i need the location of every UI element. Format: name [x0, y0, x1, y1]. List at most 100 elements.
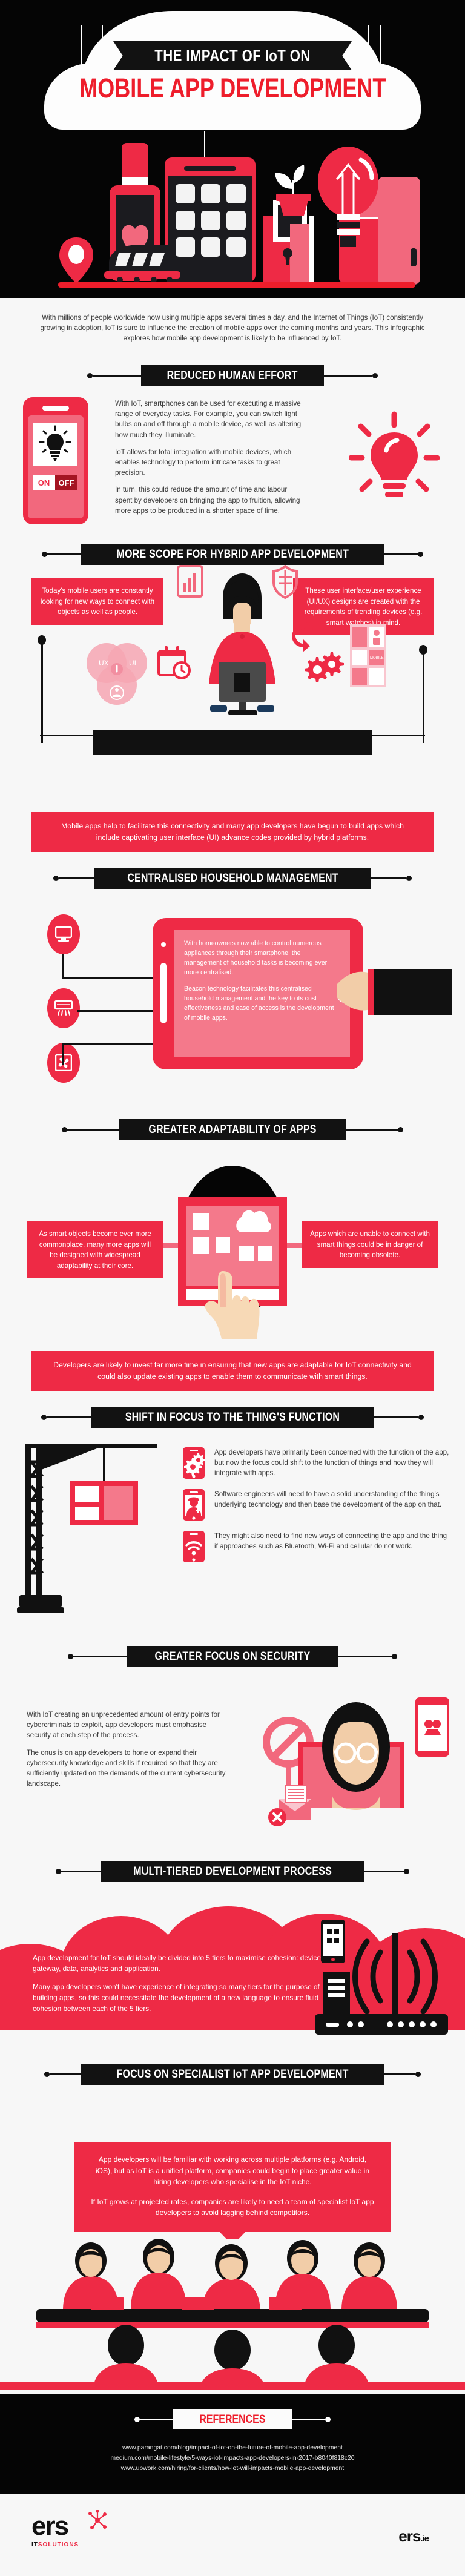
monitor-icon-pill	[47, 914, 80, 954]
mobile-wireframe-icon: MOBILE	[350, 624, 386, 687]
desk-surface	[93, 730, 372, 755]
reference-link[interactable]: www.upwork.com/hiring/for-clients/how-io…	[0, 2463, 465, 2474]
section-heading-multi-tiered-development-process: MULTI-TIERED DEVELOPMENT PROCESS	[0, 1861, 465, 1882]
logo-wordmark: ers	[31, 2511, 69, 2541]
heading-line-left	[49, 2073, 81, 2075]
wire	[378, 25, 383, 71]
connector-h3	[62, 1043, 155, 1045]
shift-in-focus-list: App developers have primarily been conce…	[182, 1446, 450, 1571]
paragraph: The onus is on app developers to hone or…	[27, 1748, 226, 1788]
molecule-icon	[88, 2510, 107, 2529]
logo-sub-solutions: SOLUTIONS	[38, 2541, 79, 2548]
heading-endcap-right	[398, 1127, 403, 1132]
banner-hybrid-app-development: MORE SCOPE FOR HYBRID APP DEVELOPMENT	[81, 544, 384, 565]
crane-illustration	[17, 1444, 157, 1613]
connector-h2	[78, 1010, 155, 1012]
heading-line-right	[292, 2419, 325, 2420]
heading-endcap-left	[87, 373, 93, 378]
hand-holding-tablet	[337, 969, 452, 1015]
section-hybrid-app-development: Today's mobile users are constantly look…	[0, 565, 465, 804]
desk-post-right	[423, 651, 424, 743]
router-illustration	[315, 1920, 448, 2035]
heading-endcap-left	[55, 1869, 61, 1874]
heading-line-right	[384, 2073, 416, 2075]
paragraph: IoT allows for total integration with mo…	[115, 447, 292, 477]
site-word: ers	[398, 2527, 421, 2545]
infographic-page: THE IMPACT OF IoT ON MOBILE APP DEVELOPM…	[0, 0, 465, 2576]
sync-arrows-icon	[292, 622, 314, 652]
heading-endcap-left	[68, 1654, 74, 1659]
heading-line-left	[61, 1871, 101, 1872]
mock-label: MOBILE	[370, 656, 384, 660]
banner-reduced-human-effort: REDUCED HUMAN EFFORT	[141, 365, 324, 386]
section-greater-focus-on-security: With IoT creating an unprecedented amoun…	[0, 1669, 465, 1845]
heading-endcap-right	[418, 1415, 424, 1420]
references-heading-row: REFERENCES	[0, 2409, 465, 2429]
list-item: App developers have primarily been conce…	[182, 1446, 450, 1480]
heading-line-left	[58, 877, 94, 879]
bar-chart-icon	[177, 565, 203, 598]
phone-bulb-mockup: ON OFF	[23, 397, 88, 524]
adaptability-right-callout: Apps which are unable to connect with sm…	[302, 1221, 438, 1268]
reference-link[interactable]: www.parangat.com/blog/impact-of-iot-on-t…	[0, 2443, 465, 2453]
bulb-card	[33, 423, 78, 466]
household-text: With homeowners now able to control nume…	[184, 939, 338, 1023]
pointing-hand-icon	[205, 1271, 260, 1339]
desk-dot-right	[419, 645, 427, 655]
site-badge: ers.ie	[398, 2527, 429, 2546]
section-focus-on-specialist-iot-app-development: App developers will be familiar with wor…	[0, 2087, 465, 2390]
heading-endcap-left	[61, 1127, 67, 1132]
connector-v1	[62, 954, 64, 979]
list-item-text: They might also need to find new ways of…	[214, 1532, 447, 1550]
banner-shift-in-focus: SHIFT IN FOCUS TO THE THING'S FUNCTION	[91, 1407, 374, 1428]
section-multi-tiered-development-process: App development for IoT should ideally b…	[0, 1884, 465, 2048]
heading-line-left	[47, 553, 81, 555]
list-item-text: App developers have primarily been conce…	[214, 1448, 449, 1477]
specialist-callout-bubble: App developers will be familiar with wor…	[74, 2142, 391, 2232]
intro-paragraph: With millions of people worldwide now us…	[40, 314, 425, 342]
heading-line-left	[47, 1416, 92, 1418]
heading-line-right	[364, 1871, 404, 1872]
banner-focus-on-specialist-iot-app-development: FOCUS ON SPECIALIST IoT APP DEVELOPMENT	[81, 2064, 384, 2085]
heading-endcap-right	[325, 2417, 331, 2422]
paragraph: App developers will be familiar with wor…	[95, 2155, 370, 2186]
ers-logo: ers ITSOLUTIONS	[31, 2510, 107, 2548]
calendar-clock-icon	[157, 646, 191, 679]
reference-link[interactable]: medium.com/mobile-lifestyle/5-ways-iot-i…	[0, 2453, 465, 2463]
tablet-side-button[interactable]	[160, 963, 167, 1023]
heading-endcap-right	[418, 552, 424, 557]
on-off-toggle[interactable]: ON OFF	[33, 475, 78, 490]
title-top: THE IMPACT OF IoT ON	[154, 47, 311, 65]
glowing-bulb-icon	[349, 411, 440, 497]
security-illustration	[263, 1697, 449, 1826]
section-reduced-human-effort: ON OFF With IoT, smartphones can be used…	[0, 389, 465, 528]
heading-line-left	[93, 375, 142, 377]
section-shift-in-focus: App developers have primarily been conce…	[0, 1430, 465, 1630]
light-bulb-icon	[318, 147, 378, 247]
heading-endcap-right	[406, 876, 412, 881]
references-section: REFERENCES www.parangat.com/blog/impact-…	[0, 2394, 465, 2494]
heading-line-right	[371, 877, 407, 879]
section-greater-adaptability-of-apps: As smart objects become ever more common…	[0, 1143, 465, 1342]
toggle-off-label[interactable]: OFF	[55, 475, 78, 490]
section-heading-reduced-human-effort: REDUCED HUMAN EFFORT	[0, 365, 465, 386]
phone-engineer-icon	[183, 1489, 205, 1521]
meeting-illustration	[0, 2239, 465, 2390]
shield-icon	[272, 565, 298, 599]
hybrid-left-callout: Today's mobile users are constantly look…	[31, 578, 163, 625]
heading-endcap-left	[41, 552, 47, 557]
bulb-glyph-icon	[39, 425, 71, 461]
heading-endcap-left	[44, 2072, 50, 2077]
footer: ers ITSOLUTIONS ers.ie	[0, 2494, 465, 2576]
toggle-on-label[interactable]: ON	[33, 475, 55, 490]
heading-line-right	[346, 1129, 398, 1131]
section-heading-greater-focus-on-security: GREATER FOCUS ON SECURITY	[0, 1646, 465, 1667]
monitor-icon	[55, 926, 72, 942]
heading-line-left	[67, 1129, 119, 1131]
tablet-device: With homeowners now able to control nume…	[153, 918, 363, 1069]
heading-endcap-right	[391, 1654, 397, 1659]
list-item-text: Software engineers will need to have a s…	[214, 1490, 442, 1508]
heading-endcap-right	[415, 2072, 421, 2077]
paragraph: In turn, this could reduce the amount of…	[115, 486, 300, 515]
phone-speaker	[42, 406, 69, 411]
